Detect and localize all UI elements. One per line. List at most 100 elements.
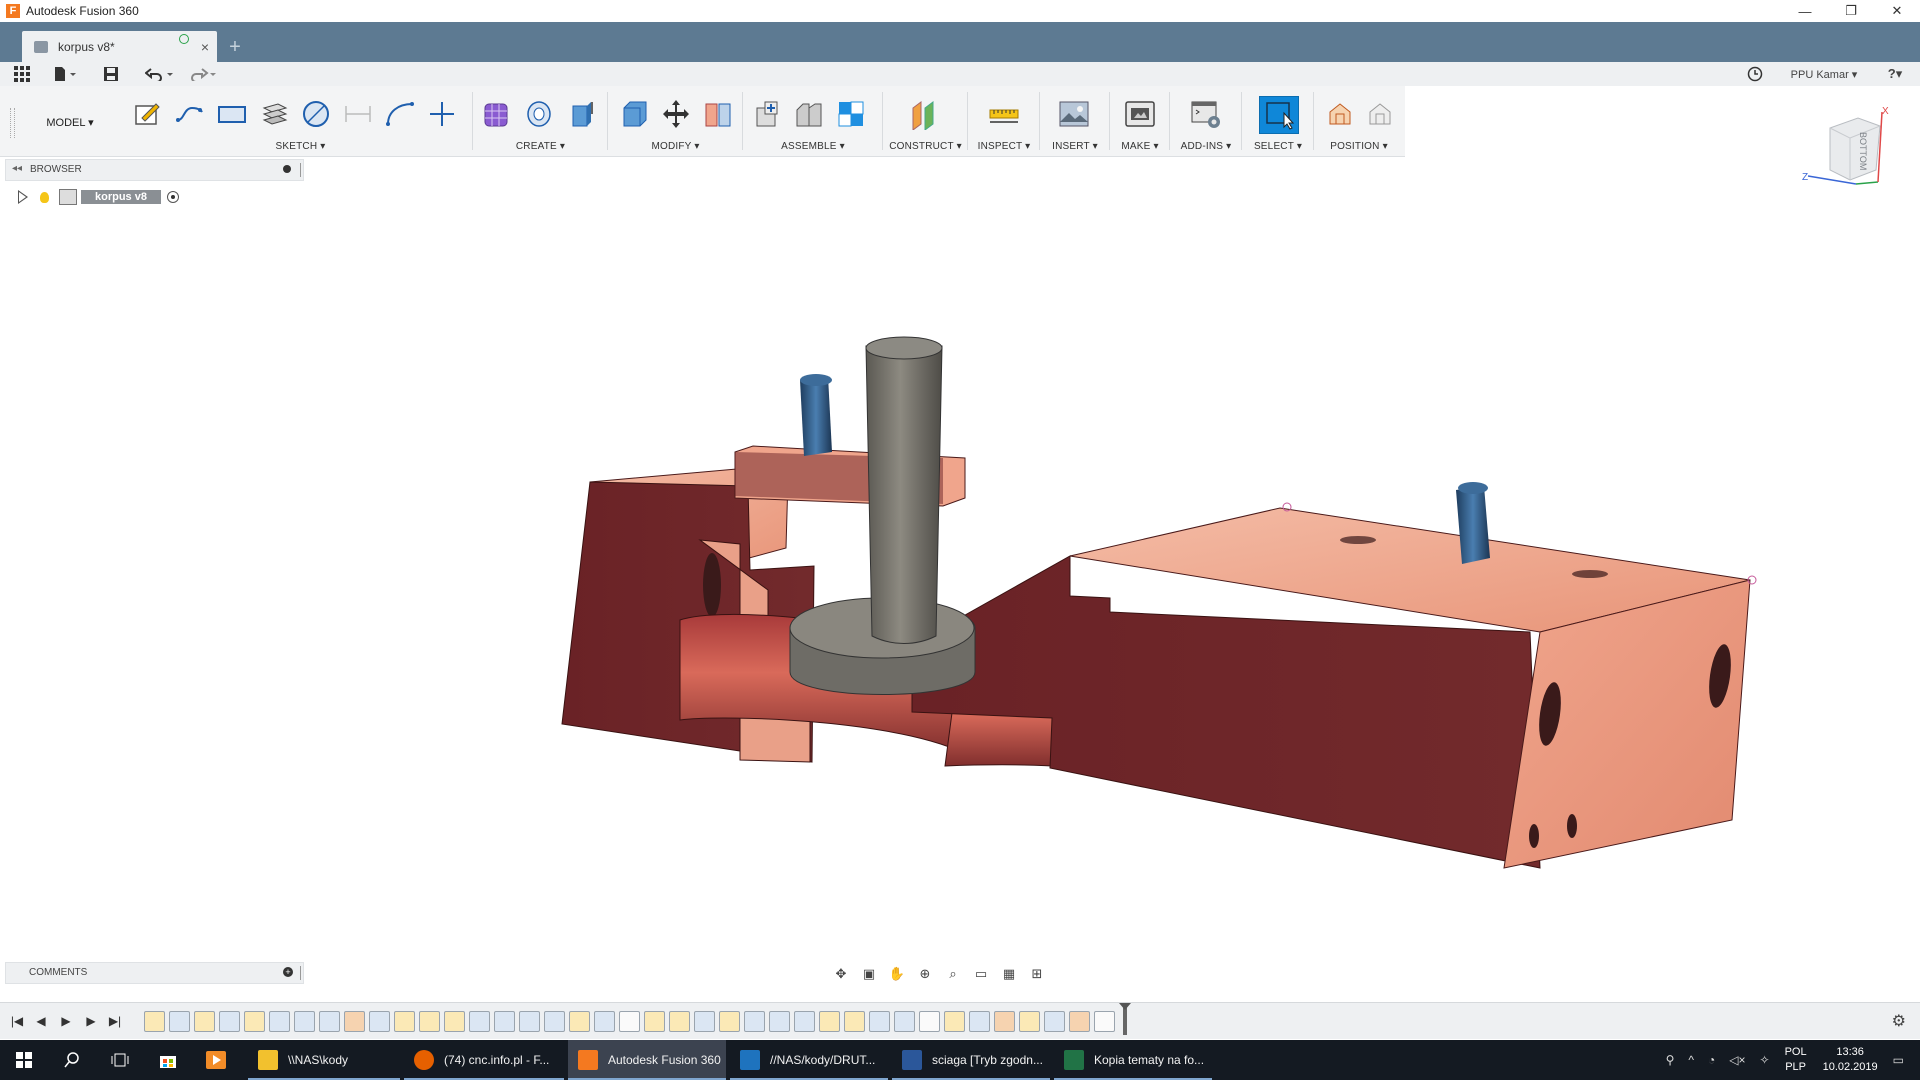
look-at-icon[interactable]: ▣ [858,964,880,984]
timeline-sketch-icon[interactable] [394,1011,415,1032]
data-panel-grid-icon[interactable] [12,65,32,83]
timeline-extrude-icon[interactable] [369,1011,390,1032]
timeline-body-icon[interactable] [619,1011,640,1032]
file-menu-icon[interactable] [52,65,78,83]
create-sketch-icon[interactable] [132,98,164,130]
select-tool-active[interactable] [1259,96,1299,134]
timeline-extrude-icon[interactable] [269,1011,290,1032]
minimize-button[interactable]: — [1782,0,1828,22]
press-pull-icon[interactable] [618,98,650,130]
timeline-body-icon[interactable] [919,1011,940,1032]
timeline-extrude-icon[interactable] [469,1011,490,1032]
capture-position-icon[interactable] [1324,98,1356,130]
revolve-icon[interactable] [523,98,555,130]
move-copy-icon[interactable] [660,98,692,130]
document-tab[interactable]: korpus v8* × [22,31,217,62]
add-ins-group-label[interactable]: ADD-INS ▾ [1170,141,1242,152]
timeline-marker[interactable] [1119,1003,1131,1035]
joint-icon[interactable] [793,98,825,130]
zoom-icon[interactable]: ⊕ [914,964,936,984]
timeline-fillet-icon[interactable] [294,1011,315,1032]
split-body-icon[interactable] [702,98,734,130]
timeline-sketch-icon[interactable] [669,1011,690,1032]
timeline-joint-icon[interactable] [1094,1011,1115,1032]
arc-tool-icon[interactable] [384,98,416,130]
timeline-hole-icon[interactable] [494,1011,515,1032]
go-to-end-icon[interactable]: ▶| [106,1013,124,1029]
orbit-icon[interactable]: ✥ [830,964,852,984]
timeline-hole-icon[interactable] [794,1011,815,1032]
save-icon[interactable] [102,65,120,83]
grid-settings-icon[interactable]: ▦ [998,964,1020,984]
show-hidden-icons-chevron-icon[interactable]: ^ [1688,1053,1694,1067]
viewports-icon[interactable]: ⊞ [1026,964,1048,984]
step-back-icon[interactable]: ◀ [32,1013,50,1029]
taskbar-app-firefox[interactable]: (74) cnc.info.pl - F... [404,1040,564,1080]
line-tool-icon[interactable] [174,98,206,130]
measure-icon[interactable] [988,98,1020,130]
go-to-start-icon[interactable]: |◀ [8,1013,26,1029]
search-icon[interactable] [48,1040,96,1080]
timeline-position-icon[interactable] [1069,1011,1090,1032]
action-center-icon[interactable]: ▭ [1893,1053,1904,1067]
timeline-extrude-icon[interactable] [1044,1011,1065,1032]
timeline-hole-icon[interactable] [769,1011,790,1032]
timeline-extrude-icon[interactable] [219,1011,240,1032]
play-icon[interactable]: ▶ [57,1013,75,1029]
timeline-hole-icon[interactable] [519,1011,540,1032]
modify-group-label[interactable]: MODIFY ▾ [608,141,743,152]
timeline-sketch-icon[interactable] [944,1011,965,1032]
timeline-extrude-icon[interactable] [169,1011,190,1032]
store-icon[interactable] [144,1040,192,1080]
task-view-icon[interactable] [96,1040,144,1080]
taskbar-app-excel[interactable]: Kopia tematy na fo... [1054,1040,1212,1080]
toolbar-grip[interactable] [10,108,15,138]
user-account-menu[interactable]: PPU Kamar ▾ [1788,65,1860,83]
dimension-tool-icon[interactable] [342,98,374,130]
pan-hand-icon[interactable]: ✋ [886,964,908,984]
new-component-icon[interactable] [751,98,783,130]
insert-group-label[interactable]: INSERT ▾ [1040,141,1110,152]
timeline-hole-icon[interactable] [894,1011,915,1032]
close-tab-button[interactable]: × [201,39,209,55]
timeline-extrude-icon[interactable] [594,1011,615,1032]
circle-tool-icon[interactable] [300,98,332,130]
timeline-hole-icon[interactable] [969,1011,990,1032]
point-tool-icon[interactable] [426,98,458,130]
revert-position-icon[interactable] [1364,98,1396,130]
media-player-icon[interactable] [192,1040,240,1080]
timeline-split-icon[interactable] [344,1011,365,1032]
timeline-hole-icon[interactable] [869,1011,890,1032]
3d-print-icon[interactable] [1124,98,1156,130]
close-window-button[interactable]: ✕ [1874,0,1920,22]
network-icon[interactable]: ◔ [1708,1053,1715,1067]
timeline-hole-icon[interactable] [694,1011,715,1032]
timeline-sketch-icon[interactable] [819,1011,840,1032]
scripts-addins-icon[interactable] [1190,98,1222,130]
panel-resize-handle[interactable] [300,163,301,177]
collapse-browser-icon[interactable]: ◂◂ [12,163,22,174]
redo-icon[interactable] [186,65,220,83]
timeline-sketch-icon[interactable] [244,1011,265,1032]
taskbar-app-word[interactable]: sciaga [Tryb zgodn... [892,1040,1050,1080]
timeline-sketch-icon[interactable] [844,1011,865,1032]
undo-icon[interactable] [143,65,177,83]
extrude-icon[interactable] [565,98,597,130]
rectangle-tool-icon[interactable] [216,98,248,130]
inspect-group-label[interactable]: INSPECT ▾ [968,141,1040,152]
timeline-hole-icon[interactable] [544,1011,565,1032]
timeline-sketch-icon[interactable] [1019,1011,1040,1032]
timeline-hole-icon[interactable] [744,1011,765,1032]
windows-start-icon[interactable] [0,1040,48,1080]
taskbar-app-editor[interactable]: //NAS/kody/DRUT... [730,1040,888,1080]
canvas-viewport[interactable] [0,180,1920,955]
timeline-sketch-icon[interactable] [419,1011,440,1032]
add-comment-icon[interactable]: + [283,967,293,977]
assemble-group-label[interactable]: ASSEMBLE ▾ [743,141,883,152]
new-tab-button[interactable]: + [222,34,248,60]
position-group-label[interactable]: POSITION ▾ [1314,141,1404,152]
restore-button[interactable]: ❐ [1828,0,1874,22]
timeline-settings-gear-icon[interactable]: ⚙ [1892,1011,1906,1031]
timeline-revolve-icon[interactable] [319,1011,340,1032]
timeline-sketch-icon[interactable] [719,1011,740,1032]
